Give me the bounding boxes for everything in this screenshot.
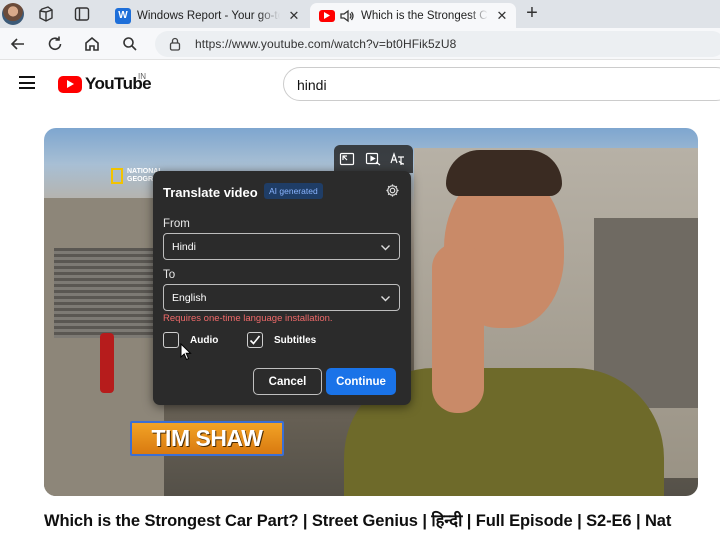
from-language-value: Hindi (172, 241, 196, 253)
cancel-button[interactable]: Cancel (253, 368, 322, 395)
panel-title: Translate video (163, 185, 258, 200)
chevron-down-icon (381, 296, 390, 302)
youtube-play-icon (58, 75, 82, 93)
audio-checkbox[interactable] (163, 332, 179, 348)
building-shutter (54, 248, 154, 338)
windows-report-favicon-icon: W (115, 7, 131, 24)
checkmark-icon (249, 335, 261, 345)
browser-tab-strip: W Windows Report - Your go-to so ✕ Which… (0, 0, 720, 28)
subtitles-checkbox[interactable] (247, 332, 263, 348)
gear-icon[interactable] (385, 183, 400, 198)
search-icon[interactable] (120, 34, 140, 54)
ai-generated-badge: AI generated (264, 183, 323, 199)
address-bar[interactable]: https://www.youtube.com/watch?v=bt0HFik5… (155, 31, 720, 57)
tab-actions-icon[interactable] (73, 5, 91, 23)
video-title: Which is the Strongest Car Part? | Stree… (44, 512, 672, 530)
audio-label: Audio (190, 335, 219, 346)
url-text: https://www.youtube.com/watch?v=bt0HFik5… (195, 37, 457, 51)
from-label: From (163, 218, 190, 230)
search-input[interactable]: hindi (283, 67, 720, 101)
lock-icon[interactable] (169, 37, 181, 51)
browser-toolbar: https://www.youtube.com/watch?v=bt0HFik5… (0, 28, 720, 60)
translate-video-panel: Translate video AI generated From Hindi … (153, 171, 411, 405)
subtitles-label: Subtitles (274, 335, 317, 346)
video-action-bar (334, 145, 413, 173)
refresh-icon[interactable] (45, 34, 65, 54)
name-lower-third: TIM SHAW (130, 421, 284, 456)
workspaces-icon[interactable] (37, 5, 55, 23)
person-hair (446, 150, 562, 196)
fire-extinguisher (100, 333, 114, 393)
youtube-favicon-icon (319, 9, 335, 22)
menu-icon[interactable] (19, 76, 35, 89)
chevron-down-icon (381, 245, 390, 251)
translate-icon[interactable] (389, 151, 405, 167)
new-tab-button[interactable]: + (522, 3, 542, 24)
close-tab-icon[interactable]: ✕ (286, 8, 302, 24)
nameplate-text: TIM SHAW (151, 425, 264, 451)
tab-title: Windows Report - Your go-to so (137, 9, 280, 22)
tab-title: Which is the Strongest Car P (361, 9, 488, 22)
play-in-window-icon[interactable] (365, 151, 381, 167)
nat-geo-logo (111, 168, 123, 184)
speaker-icon[interactable] (339, 8, 355, 24)
country-code: IN (138, 72, 146, 81)
install-warning: Requires one-time language installation. (163, 313, 333, 324)
tab-youtube-video[interactable]: Which is the Strongest Car P ✕ (310, 3, 516, 28)
mouse-cursor-icon (180, 343, 192, 361)
continue-button[interactable]: Continue (326, 368, 396, 395)
to-label: To (163, 269, 176, 281)
to-language-value: English (172, 292, 207, 304)
home-icon[interactable] (82, 34, 102, 54)
profile-avatar[interactable] (2, 3, 24, 25)
tab-windows-report[interactable]: W Windows Report - Your go-to so ✕ (108, 3, 308, 28)
to-language-select[interactable]: English (163, 284, 400, 311)
youtube-header: YouTube IN hindi (0, 60, 720, 108)
picture-in-picture-icon[interactable] (339, 151, 355, 167)
back-arrow-icon[interactable] (8, 34, 28, 54)
close-tab-icon[interactable]: ✕ (494, 8, 510, 24)
search-query: hindi (297, 77, 327, 93)
from-language-select[interactable]: Hindi (163, 233, 400, 260)
person-hand (432, 243, 484, 413)
